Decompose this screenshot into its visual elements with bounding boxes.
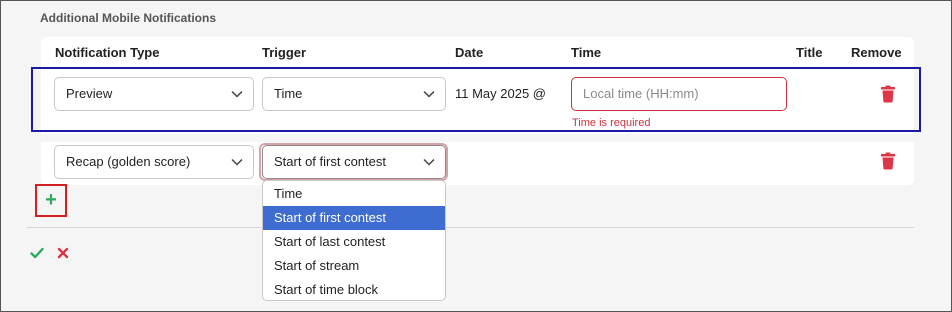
dropdown-option-start-of-time-block[interactable]: Start of time block [263, 278, 445, 302]
row-highlight [31, 67, 921, 132]
trigger-select[interactable]: Start of first contest [262, 145, 446, 179]
dropdown-option-time[interactable]: Time [263, 182, 445, 206]
add-notification-highlight [35, 184, 67, 217]
chevron-down-icon [231, 146, 243, 178]
notification-type-value: Recap (golden score) [66, 154, 191, 169]
dropdown-option-start-of-first-contest[interactable]: Start of first contest [263, 206, 445, 230]
header-notification-type: Notification Type [55, 45, 160, 60]
dropdown-option-start-of-last-contest[interactable]: Start of last contest [263, 230, 445, 254]
divider [27, 227, 914, 228]
check-icon[interactable] [30, 247, 44, 262]
trigger-value: Start of first contest [274, 154, 386, 169]
header-remove: Remove [851, 45, 902, 60]
notification-type-select[interactable]: Recap (golden score) [54, 145, 254, 179]
header-title: Title [796, 45, 823, 60]
dropdown-option-start-of-stream[interactable]: Start of stream [263, 254, 445, 278]
header-time: Time [571, 45, 602, 60]
x-icon[interactable] [57, 247, 69, 262]
trigger-dropdown-menu: Time Start of first contest Start of las… [262, 180, 446, 301]
header-date: Date [455, 45, 484, 60]
row-separator [41, 134, 914, 142]
header-trigger: Trigger [262, 45, 307, 60]
section-title: Additional Mobile Notifications [40, 11, 216, 25]
chevron-down-icon [423, 146, 435, 178]
trash-icon[interactable] [880, 152, 896, 170]
